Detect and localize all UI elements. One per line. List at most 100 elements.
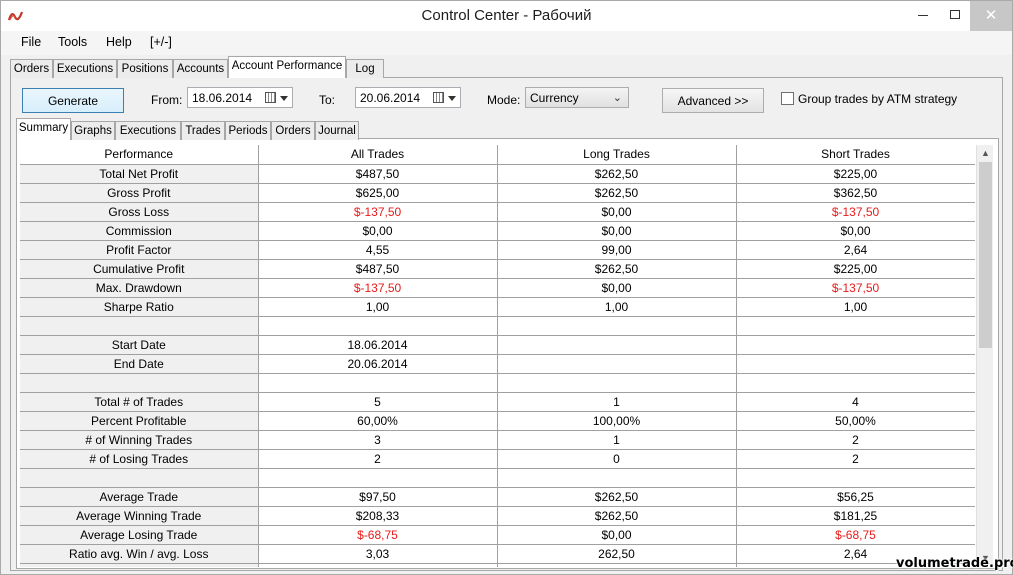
row-label-cell: Sharpe Ratio — [20, 297, 259, 317]
tab-trades[interactable]: Trades — [181, 121, 225, 140]
tab-log[interactable]: Log — [346, 59, 384, 78]
window-title: Control Center - Рабочий — [421, 7, 592, 24]
column-header-performance[interactable]: Performance — [20, 145, 259, 165]
row-label-cell: Average Trade — [20, 487, 259, 507]
row-label-cell: Max. Drawdown — [20, 278, 259, 298]
mode-select[interactable]: Currency ⌄ — [525, 87, 629, 108]
group-by-atm-label: Group trades by ATM strategy — [798, 92, 958, 106]
generate-button[interactable]: Generate — [22, 88, 124, 113]
value-cell-all: $625,00 — [258, 183, 498, 203]
to-date-picker[interactable]: 20.06.2014 — [355, 87, 461, 108]
value-cell-long: $262,50 — [497, 506, 737, 526]
table-row[interactable]: # of Losing Trades 2 0 2 — [20, 449, 975, 469]
scrollbar-thumb[interactable] — [979, 162, 992, 348]
table-row[interactable]: Start Date 18.06.2014 — [20, 335, 975, 355]
table-row[interactable]: Ratio avg. Win / avg. Loss 3,03 262,50 2,64 — [20, 544, 975, 564]
value-cell-short: 2,64 — [736, 240, 975, 260]
table-row[interactable]: Commission $0,00 $0,00 $0,00 — [20, 221, 975, 241]
value-cell-short: 2 — [736, 430, 975, 450]
row-label-cell: Total # of Trades — [20, 392, 259, 412]
value-cell-short: $225,00 — [736, 259, 975, 279]
menu-help[interactable]: Help — [106, 35, 132, 49]
value-cell-short — [736, 373, 975, 393]
tab-inner-executions[interactable]: Executions — [115, 121, 181, 140]
table-row[interactable]: Percent Profitable 60,00% 100,00% 50,00% — [20, 411, 975, 431]
tab-periods[interactable]: Periods — [225, 121, 271, 140]
row-label-cell — [20, 468, 259, 488]
table-row[interactable]: Average Losing Trade $-68,75 $0,00 $-68,75 — [20, 525, 975, 545]
mode-value: Currency — [530, 91, 579, 105]
row-label-cell: Average Losing Trade — [20, 525, 259, 545]
to-label: To: — [319, 93, 336, 107]
vertical-scrollbar[interactable]: ▲ ▼ — [976, 145, 993, 567]
value-cell-all: 5 — [258, 392, 498, 412]
menu-file[interactable]: File — [21, 35, 41, 49]
from-date-picker[interactable]: 18.06.2014 — [187, 87, 293, 108]
column-header-all-trades[interactable]: All Trades — [258, 145, 498, 165]
table-row[interactable]: Total Net Profit $487,50 $262,50 $225,00 — [20, 164, 975, 184]
value-cell-short: $225,00 — [736, 164, 975, 184]
row-label-cell: Profit Factor — [20, 240, 259, 260]
tab-summary[interactable]: Summary — [16, 118, 71, 140]
tab-inner-orders[interactable]: Orders — [271, 121, 315, 140]
minimize-button[interactable] — [906, 1, 940, 31]
row-label-cell — [20, 563, 259, 567]
group-by-atm-checkbox[interactable] — [781, 92, 794, 105]
value-cell-long: 0 — [497, 449, 737, 469]
value-cell-long: 99,00 — [497, 240, 737, 260]
maximize-button[interactable] — [940, 1, 970, 31]
value-cell-long: 1 — [497, 430, 737, 450]
tab-positions[interactable]: Positions — [117, 59, 173, 78]
row-label-cell: Total Net Profit — [20, 164, 259, 184]
table-row[interactable]: Sharpe Ratio 1,00 1,00 1,00 — [20, 297, 975, 317]
table-row[interactable]: # of Winning Trades 3 1 2 — [20, 430, 975, 450]
table-row[interactable] — [20, 563, 975, 567]
value-cell-short: $-68,75 — [736, 525, 975, 545]
calendar-icon — [265, 92, 276, 103]
table-row[interactable] — [20, 373, 975, 393]
tab-accounts[interactable]: Accounts — [173, 59, 228, 78]
value-cell-long — [497, 335, 737, 355]
value-cell-all — [258, 563, 498, 567]
value-cell-long: 1,00 — [497, 297, 737, 317]
value-cell-short: $181,25 — [736, 506, 975, 526]
value-cell-all — [258, 468, 498, 488]
row-label-cell: Commission — [20, 221, 259, 241]
row-label-cell: Average Winning Trade — [20, 506, 259, 526]
table-row[interactable]: Average Winning Trade $208,33 $262,50 $181,… — [20, 506, 975, 526]
row-label-cell: Cumulative Profit — [20, 259, 259, 279]
table-row[interactable]: Max. Drawdown $-137,50 $0,00 $-137,50 — [20, 278, 975, 298]
value-cell-short: 4 — [736, 392, 975, 412]
tab-orders[interactable]: Orders — [10, 59, 53, 78]
close-icon: ✕ — [984, 7, 998, 24]
dropdown-arrow-icon[interactable] — [280, 96, 288, 101]
table-row[interactable]: Profit Factor 4,55 99,00 2,64 — [20, 240, 975, 260]
column-header-short-trades[interactable]: Short Trades — [736, 145, 975, 165]
column-header-long-trades[interactable]: Long Trades — [497, 145, 737, 165]
table-row[interactable]: Average Trade $97,50 $262,50 $56,25 — [20, 487, 975, 507]
table-row[interactable]: Cumulative Profit $487,50 $262,50 $225,00 — [20, 259, 975, 279]
table-row[interactable]: Gross Profit $625,00 $262,50 $362,50 — [20, 183, 975, 203]
table-row[interactable] — [20, 468, 975, 488]
menu-tools[interactable]: Tools — [58, 35, 87, 49]
tab-account-performance[interactable]: Account Performance — [228, 56, 346, 78]
tab-executions[interactable]: Executions — [53, 59, 117, 78]
close-button[interactable]: ✕ — [970, 1, 1012, 31]
table-row[interactable]: Gross Loss $-137,50 $0,00 $-137,50 — [20, 202, 975, 222]
tab-graphs[interactable]: Graphs — [71, 121, 115, 140]
performance-grid[interactable]: Performance All Trades Long Trades Short… — [20, 145, 975, 567]
table-row[interactable]: End Date 20.06.2014 — [20, 354, 975, 374]
control-center-window: Control Center - Рабочий ✕ File Tools He… — [0, 0, 1013, 575]
advanced-button[interactable]: Advanced >> — [662, 88, 764, 113]
value-cell-long: 262,50 — [497, 544, 737, 564]
value-cell-all: 3,03 — [258, 544, 498, 564]
table-row[interactable] — [20, 316, 975, 336]
value-cell-all: 60,00% — [258, 411, 498, 431]
value-cell-all: $-137,50 — [258, 278, 498, 298]
scroll-up-arrow-icon[interactable]: ▲ — [977, 145, 994, 162]
menu-expand-collapse[interactable]: [+/-] — [150, 35, 172, 49]
dropdown-arrow-icon[interactable] — [448, 96, 456, 101]
table-row[interactable]: Total # of Trades 5 1 4 — [20, 392, 975, 412]
tab-journal[interactable]: Journal — [315, 121, 359, 140]
value-cell-short: $362,50 — [736, 183, 975, 203]
